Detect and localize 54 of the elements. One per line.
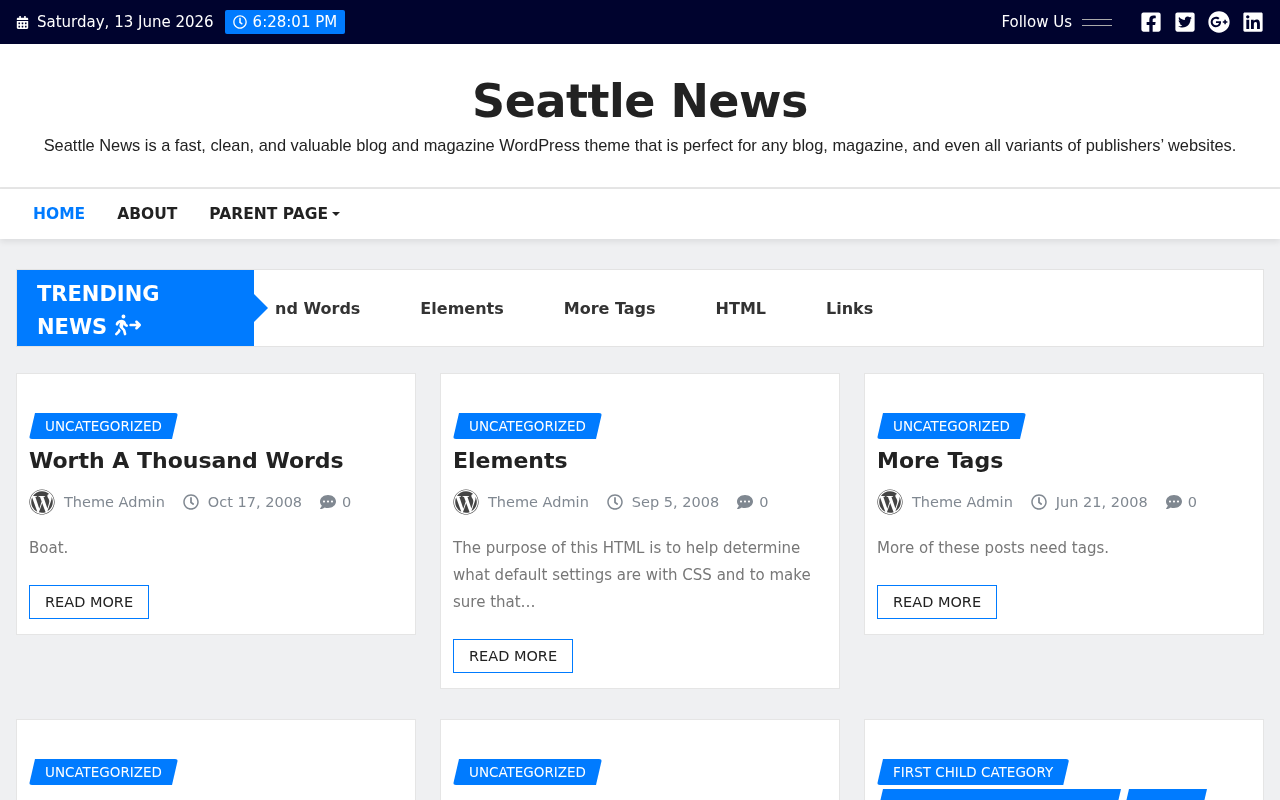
comment-icon xyxy=(737,494,754,510)
post-excerpt: The purpose of this HTML is to help determine what default settings are with CSS and to make sure that… xyxy=(453,538,812,613)
post-excerpt: Boat. xyxy=(29,538,70,559)
post-title[interactable]: More Tags xyxy=(877,448,1251,473)
follow-us-text: Follow Us xyxy=(1001,13,1072,31)
trending-link[interactable]: Links xyxy=(826,298,874,318)
author-link[interactable]: Theme Admin xyxy=(64,494,165,510)
trending-link[interactable]: Elements xyxy=(420,298,504,318)
comment-count[interactable]: 0 xyxy=(759,494,769,510)
category-tag[interactable]: UNCATEGORIZED xyxy=(453,413,602,439)
date-text: Saturday, 13 June 2026 xyxy=(37,13,214,31)
walking-arrow-icon xyxy=(114,312,141,338)
twitter-icon[interactable] xyxy=(1174,11,1196,33)
comment-icon xyxy=(320,494,337,510)
nav-item[interactable]: ABOUT xyxy=(101,205,194,223)
read-more-button[interactable]: READ MORE xyxy=(453,639,574,673)
comment-count[interactable]: 0 xyxy=(1187,494,1197,510)
site-title[interactable]: Seattle News xyxy=(472,74,808,128)
trending-link[interactable]: nd Words xyxy=(275,298,361,318)
clock-icon xyxy=(1030,494,1047,510)
author-link[interactable]: Theme Admin xyxy=(488,494,589,510)
nav-item[interactable]: PARENT PAGE xyxy=(193,205,356,223)
read-more-button[interactable]: READ MORE xyxy=(29,585,150,619)
comment-count[interactable]: 0 xyxy=(342,494,352,510)
avatar-icon xyxy=(29,489,55,515)
calendar-icon xyxy=(16,15,29,29)
post-date[interactable]: Jun 21, 2008 xyxy=(1055,494,1148,510)
google-plus-icon[interactable] xyxy=(1208,11,1230,33)
post-excerpt: More of these posts need tags. xyxy=(877,538,1111,559)
trending-link[interactable]: HTML xyxy=(715,298,766,318)
clock-icon xyxy=(232,15,247,29)
category-tag[interactable]: UNCATEGORIZED xyxy=(29,759,178,785)
double-line-icon xyxy=(1082,18,1112,26)
post-title[interactable]: Worth A Thousand Words xyxy=(29,448,403,473)
post-date[interactable]: Sep 5, 2008 xyxy=(631,494,720,510)
avatar-icon xyxy=(453,489,479,515)
read-more-button[interactable]: READ MORE xyxy=(877,585,998,619)
category-tag[interactable]: FIRST CHILD CATEGORY xyxy=(877,759,1070,785)
author-link[interactable]: Theme Admin xyxy=(912,494,1013,510)
time-badge: 6:28:01 PM xyxy=(224,10,346,34)
category-tag[interactable]: UNCATEGORIZED xyxy=(453,759,602,785)
trending-link[interactable]: More Tags xyxy=(563,298,656,318)
category-tag[interactable]: UNCATEGORIZED xyxy=(877,413,1026,439)
nav-item[interactable]: HOME xyxy=(17,205,102,223)
avatar-icon xyxy=(877,489,903,515)
linkedin-icon[interactable] xyxy=(1242,11,1264,33)
comment-icon xyxy=(1165,494,1182,510)
post-title[interactable]: Elements xyxy=(453,448,827,473)
site-tagline: Seattle News is a fast, clean, and valuable blog and magazine WordPress theme that is perfect for any blog, magazine, and even all variants of publishers’ websites. xyxy=(42,136,1238,155)
post-date[interactable]: Oct 17, 2008 xyxy=(207,494,303,510)
category-tag[interactable]: UNCATEGORIZED xyxy=(29,413,178,439)
clock-icon xyxy=(182,494,199,510)
clock-icon xyxy=(606,494,623,510)
facebook-icon[interactable] xyxy=(1140,11,1162,33)
